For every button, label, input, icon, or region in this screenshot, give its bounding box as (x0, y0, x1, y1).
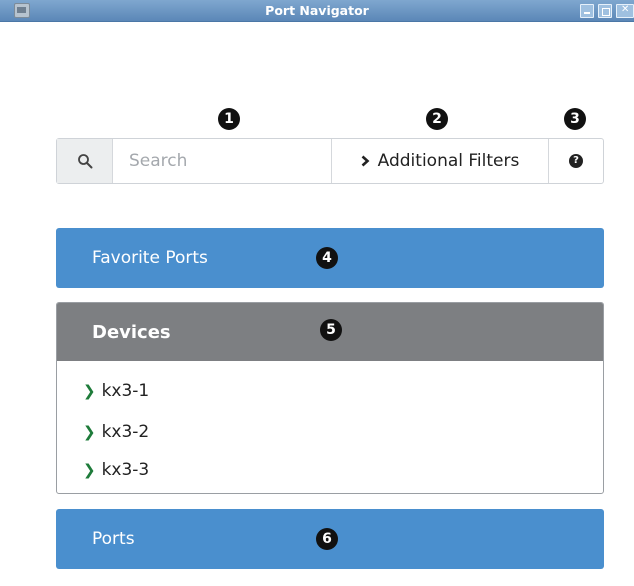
question-circle-icon: ? (569, 154, 583, 168)
device-item-kx3-3[interactable]: ❯ kx3-3 (83, 458, 149, 482)
minimize-button[interactable] (580, 4, 594, 18)
callout-4: 4 (316, 247, 338, 269)
devices-label: Devices (92, 321, 171, 343)
help-button[interactable]: ? (549, 139, 603, 183)
additional-filters-button[interactable]: Additional Filters (331, 139, 549, 183)
callout-3: 3 (564, 108, 586, 130)
device-label: kx3-2 (101, 422, 150, 442)
ports-label: Ports (92, 529, 135, 549)
callout-2: 2 (426, 108, 448, 130)
window-title: Port Navigator (265, 3, 369, 18)
search-icon-box[interactable] (57, 139, 113, 183)
search-icon (77, 154, 92, 169)
close-button[interactable] (616, 4, 634, 18)
device-item-kx3-1[interactable]: ❯ kx3-1 (83, 379, 149, 403)
favorite-ports-label: Favorite Ports (92, 248, 208, 268)
device-item-kx3-2[interactable]: ❯ kx3-2 (83, 420, 149, 444)
callout-5: 5 (320, 319, 342, 341)
chevron-right-icon: ❯ (83, 382, 96, 400)
maximize-button[interactable] (598, 4, 612, 18)
title-bar: Port Navigator (0, 0, 634, 22)
device-label: kx3-3 (101, 460, 150, 480)
additional-filters-label: Additional Filters (377, 151, 520, 171)
callout-6: 6 (316, 528, 338, 550)
search-input[interactable] (113, 139, 331, 183)
chevron-right-icon (361, 155, 370, 167)
callout-1: 1 (218, 108, 240, 130)
chevron-right-icon: ❯ (83, 423, 96, 441)
chevron-right-icon: ❯ (83, 461, 96, 479)
search-bar: Additional Filters ? (56, 138, 604, 184)
device-label: kx3-1 (101, 381, 150, 401)
